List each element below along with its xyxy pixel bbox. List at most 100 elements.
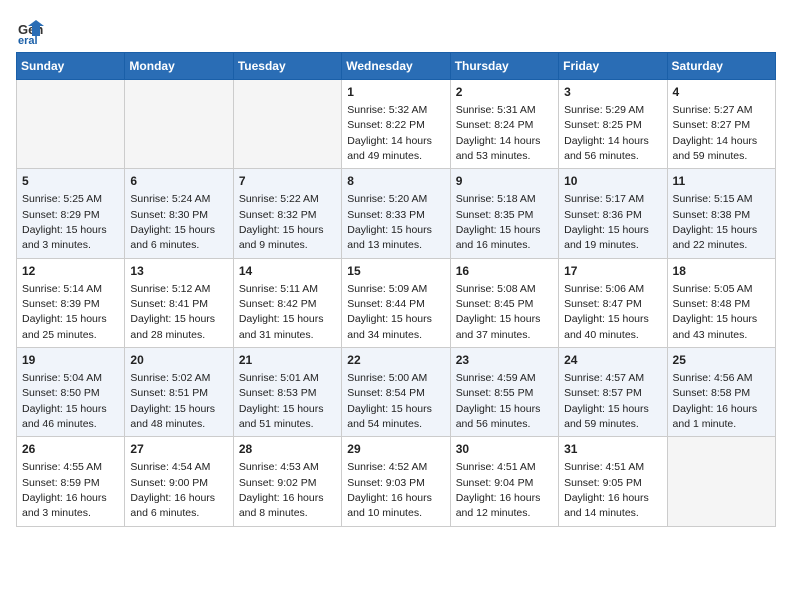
day-number: 29	[347, 441, 444, 458]
day-number: 30	[456, 441, 553, 458]
day-info: Sunrise: 5:31 AM Sunset: 8:24 PM Dayligh…	[456, 104, 541, 162]
week-row-4: 19 Sunrise: 5:04 AM Sunset: 8:50 PM Dayli…	[17, 348, 776, 437]
day-number: 16	[456, 263, 553, 280]
day-info: Sunrise: 4:59 AM Sunset: 8:55 PM Dayligh…	[456, 372, 541, 430]
day-cell: 28Sunrise: 4:53 AM Sunset: 9:02 PM Dayli…	[233, 437, 341, 526]
day-cell: 13 Sunrise: 5:12 AM Sunset: 8:41 PM Dayli…	[125, 258, 233, 347]
header-cell-wednesday: Wednesday	[342, 53, 450, 80]
day-number: 8	[347, 173, 444, 190]
day-cell: 5 Sunrise: 5:25 AM Sunset: 8:29 PM Daylig…	[17, 169, 125, 258]
day-info: Sunrise: 5:22 AM Sunset: 8:32 PM Dayligh…	[239, 193, 324, 251]
day-number: 1	[347, 84, 444, 101]
day-info: Sunrise: 5:12 AM Sunset: 8:41 PM Dayligh…	[130, 283, 215, 341]
day-info: Sunrise: 5:02 AM Sunset: 8:51 PM Dayligh…	[130, 372, 215, 430]
day-cell: 25 Sunrise: 4:56 AM Sunset: 8:58 PM Dayli…	[667, 348, 775, 437]
day-number: 23	[456, 352, 553, 369]
day-info: Sunrise: 5:06 AM Sunset: 8:47 PM Dayligh…	[564, 283, 649, 341]
day-cell: 12 Sunrise: 5:14 AM Sunset: 8:39 PM Dayli…	[17, 258, 125, 347]
day-number: 3	[564, 84, 661, 101]
day-number: 4	[673, 84, 770, 101]
day-info: Sunrise: 5:01 AM Sunset: 8:53 PM Dayligh…	[239, 372, 324, 430]
day-cell: 18 Sunrise: 5:05 AM Sunset: 8:48 PM Dayli…	[667, 258, 775, 347]
day-info: Sunrise: 4:52 AM Sunset: 9:03 PM Dayligh…	[347, 461, 432, 519]
day-cell: 10 Sunrise: 5:17 AM Sunset: 8:36 PM Dayli…	[559, 169, 667, 258]
day-number: 24	[564, 352, 661, 369]
week-row-1: 1 Sunrise: 5:32 AM Sunset: 8:22 PM Daylig…	[17, 80, 776, 169]
header-cell-tuesday: Tuesday	[233, 53, 341, 80]
day-number: 13	[130, 263, 227, 280]
day-cell: 20 Sunrise: 5:02 AM Sunset: 8:51 PM Dayli…	[125, 348, 233, 437]
day-info: Sunrise: 4:55 AM Sunset: 8:59 PM Dayligh…	[22, 461, 107, 519]
day-number: 25	[673, 352, 770, 369]
day-cell: 3Sunrise: 5:29 AM Sunset: 8:25 PM Daylig…	[559, 80, 667, 169]
day-number: 26	[22, 441, 119, 458]
day-info: Sunrise: 4:51 AM Sunset: 9:05 PM Dayligh…	[564, 461, 649, 519]
day-info: Sunrise: 5:11 AM Sunset: 8:42 PM Dayligh…	[239, 283, 324, 341]
day-cell: 30 Sunrise: 4:51 AM Sunset: 9:04 PM Dayli…	[450, 437, 558, 526]
week-row-2: 5 Sunrise: 5:25 AM Sunset: 8:29 PM Daylig…	[17, 169, 776, 258]
header-cell-monday: Monday	[125, 53, 233, 80]
day-cell: 22Sunrise: 5:00 AM Sunset: 8:54 PM Dayli…	[342, 348, 450, 437]
day-info: Sunrise: 5:18 AM Sunset: 8:35 PM Dayligh…	[456, 193, 541, 251]
day-cell: 16Sunrise: 5:08 AM Sunset: 8:45 PM Dayli…	[450, 258, 558, 347]
day-info: Sunrise: 5:04 AM Sunset: 8:50 PM Dayligh…	[22, 372, 107, 430]
day-cell: 1 Sunrise: 5:32 AM Sunset: 8:22 PM Daylig…	[342, 80, 450, 169]
day-cell: 23 Sunrise: 4:59 AM Sunset: 8:55 PM Dayli…	[450, 348, 558, 437]
day-cell	[233, 80, 341, 169]
calendar-table: SundayMondayTuesdayWednesdayThursdayFrid…	[16, 52, 776, 527]
day-cell: 2 Sunrise: 5:31 AM Sunset: 8:24 PM Daylig…	[450, 80, 558, 169]
day-number: 11	[673, 173, 770, 190]
week-row-3: 12 Sunrise: 5:14 AM Sunset: 8:39 PM Dayli…	[17, 258, 776, 347]
day-cell: 4 Sunrise: 5:27 AM Sunset: 8:27 PM Daylig…	[667, 80, 775, 169]
day-cell: 11Sunrise: 5:15 AM Sunset: 8:38 PM Dayli…	[667, 169, 775, 258]
day-info: Sunrise: 4:51 AM Sunset: 9:04 PM Dayligh…	[456, 461, 541, 519]
day-number: 7	[239, 173, 336, 190]
day-number: 19	[22, 352, 119, 369]
day-number: 2	[456, 84, 553, 101]
day-cell: 31Sunrise: 4:51 AM Sunset: 9:05 PM Dayli…	[559, 437, 667, 526]
day-cell: 26 Sunrise: 4:55 AM Sunset: 8:59 PM Dayli…	[17, 437, 125, 526]
header-cell-friday: Friday	[559, 53, 667, 80]
day-number: 12	[22, 263, 119, 280]
day-cell: 19 Sunrise: 5:04 AM Sunset: 8:50 PM Dayli…	[17, 348, 125, 437]
day-info: Sunrise: 5:17 AM Sunset: 8:36 PM Dayligh…	[564, 193, 649, 251]
day-number: 14	[239, 263, 336, 280]
logo-icon: Gen eral	[16, 16, 44, 44]
day-cell	[125, 80, 233, 169]
logo: Gen eral	[16, 16, 48, 44]
day-info: Sunrise: 5:24 AM Sunset: 8:30 PM Dayligh…	[130, 193, 215, 251]
day-number: 18	[673, 263, 770, 280]
calendar-header: SundayMondayTuesdayWednesdayThursdayFrid…	[17, 53, 776, 80]
header-cell-thursday: Thursday	[450, 53, 558, 80]
day-cell: 27Sunrise: 4:54 AM Sunset: 9:00 PM Dayli…	[125, 437, 233, 526]
day-cell: 14 Sunrise: 5:11 AM Sunset: 8:42 PM Dayli…	[233, 258, 341, 347]
day-info: Sunrise: 4:56 AM Sunset: 8:58 PM Dayligh…	[673, 372, 758, 430]
day-number: 6	[130, 173, 227, 190]
day-cell: 24Sunrise: 4:57 AM Sunset: 8:57 PM Dayli…	[559, 348, 667, 437]
day-cell: 7 Sunrise: 5:22 AM Sunset: 8:32 PM Daylig…	[233, 169, 341, 258]
day-number: 5	[22, 173, 119, 190]
day-number: 15	[347, 263, 444, 280]
day-number: 20	[130, 352, 227, 369]
header-cell-sunday: Sunday	[17, 53, 125, 80]
day-cell: 6 Sunrise: 5:24 AM Sunset: 8:30 PM Daylig…	[125, 169, 233, 258]
day-cell	[17, 80, 125, 169]
week-row-5: 26 Sunrise: 4:55 AM Sunset: 8:59 PM Dayli…	[17, 437, 776, 526]
day-number: 10	[564, 173, 661, 190]
day-number: 27	[130, 441, 227, 458]
day-cell: 9 Sunrise: 5:18 AM Sunset: 8:35 PM Daylig…	[450, 169, 558, 258]
day-cell: 17Sunrise: 5:06 AM Sunset: 8:47 PM Dayli…	[559, 258, 667, 347]
day-info: Sunrise: 5:05 AM Sunset: 8:48 PM Dayligh…	[673, 283, 758, 341]
day-number: 21	[239, 352, 336, 369]
day-info: Sunrise: 5:14 AM Sunset: 8:39 PM Dayligh…	[22, 283, 107, 341]
day-info: Sunrise: 4:53 AM Sunset: 9:02 PM Dayligh…	[239, 461, 324, 519]
page-header: Gen eral	[16, 16, 776, 44]
day-info: Sunrise: 5:27 AM Sunset: 8:27 PM Dayligh…	[673, 104, 758, 162]
calendar-body: 1 Sunrise: 5:32 AM Sunset: 8:22 PM Daylig…	[17, 80, 776, 527]
day-info: Sunrise: 5:32 AM Sunset: 8:22 PM Dayligh…	[347, 104, 432, 162]
svg-text:eral: eral	[18, 35, 38, 44]
day-info: Sunrise: 5:25 AM Sunset: 8:29 PM Dayligh…	[22, 193, 107, 251]
day-cell: 8Sunrise: 5:20 AM Sunset: 8:33 PM Daylig…	[342, 169, 450, 258]
day-number: 9	[456, 173, 553, 190]
header-row: SundayMondayTuesdayWednesdayThursdayFrid…	[17, 53, 776, 80]
